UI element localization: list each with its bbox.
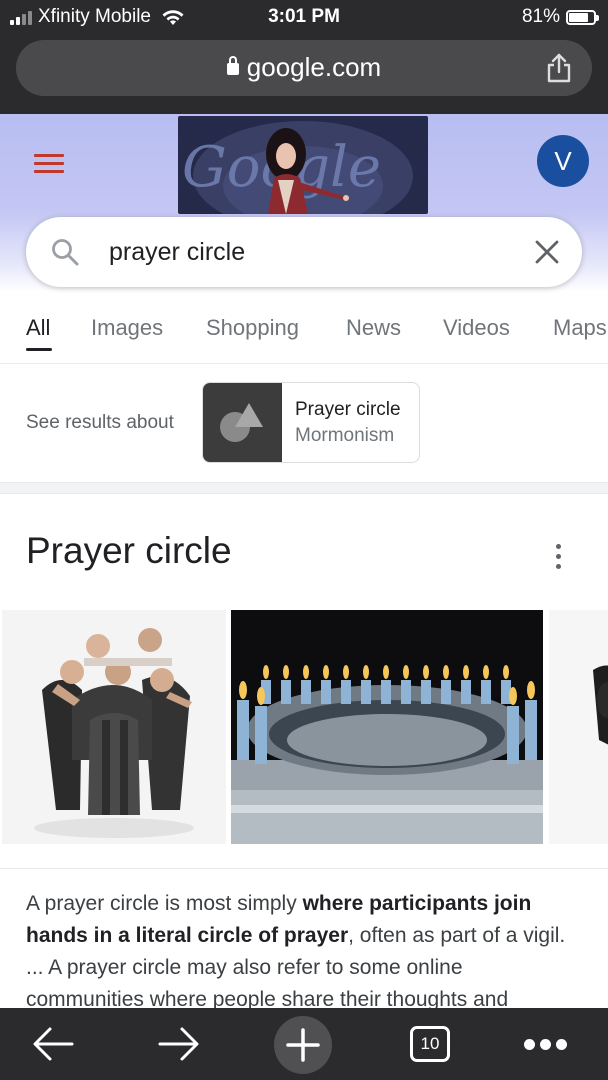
tab-images[interactable]: Images [91, 315, 163, 341]
more-options-icon[interactable] [554, 544, 564, 570]
search-input[interactable]: prayer circle [109, 238, 245, 267]
search-icon [52, 239, 79, 266]
entity-chip-prayer-circle[interactable]: Prayer circle Mormonism [202, 382, 420, 463]
tab-videos[interactable]: Videos [443, 315, 510, 341]
google-header: Google V prayer circle [0, 114, 608, 292]
image-candle-ring [231, 610, 543, 844]
tab-news[interactable]: News [346, 315, 401, 341]
see-results-label: See results about [26, 412, 174, 433]
image-group-photo [2, 610, 226, 844]
account-avatar[interactable]: V [537, 135, 589, 187]
share-icon[interactable] [544, 52, 574, 84]
see-results-about: See results about Prayer circle Mormonis… [0, 364, 608, 482]
plus-icon [286, 1028, 320, 1062]
image-partial-figure [549, 610, 608, 844]
shapes-icon [220, 403, 263, 442]
status-time: 3:01 PM [268, 6, 340, 27]
battery-percent: 81% [521, 6, 560, 27]
battery-icon [566, 9, 599, 25]
image-thumbnail-group-hug[interactable] [2, 610, 226, 844]
status-right: 81% [521, 6, 599, 28]
tab-switcher-button[interactable]: 10 [410, 1026, 450, 1062]
image-thumbnail-candle-circle[interactable] [231, 610, 543, 844]
image-carousel[interactable] [0, 610, 608, 844]
menu-icon[interactable] [34, 154, 64, 174]
status-bar: Xfinity Mobile 3:01 PM 81% [0, 0, 608, 34]
entity-subtitle: Mormonism [295, 425, 395, 446]
doodle-image: Google [182, 121, 413, 214]
url-text: google.com [246, 52, 382, 82]
description-text-1: A prayer circle is most simply [26, 892, 303, 915]
close-icon[interactable] [534, 239, 560, 265]
entity-title: Prayer circle [295, 399, 401, 420]
google-doodle[interactable]: Google [178, 116, 428, 214]
back-arrow-icon[interactable] [28, 1008, 78, 1080]
url-bar[interactable]: google.com [16, 40, 592, 96]
section-divider [0, 482, 608, 494]
image-thumbnail-partial[interactable] [549, 610, 608, 844]
tab-maps[interactable]: Maps [553, 315, 607, 341]
search-box[interactable]: prayer circle [26, 217, 582, 287]
url-display[interactable]: google.com [16, 52, 592, 83]
tab-active-indicator [26, 348, 52, 351]
tab-shopping[interactable]: Shopping [206, 315, 299, 341]
forward-arrow-icon[interactable] [154, 1008, 204, 1080]
more-menu-icon[interactable] [520, 1036, 570, 1052]
search-tabs: All Images Shopping News Videos Maps [0, 292, 608, 364]
entity-thumbnail [203, 383, 282, 462]
tab-all[interactable]: All [26, 315, 50, 341]
new-tab-button[interactable] [274, 1016, 332, 1074]
browser-toolbar: 10 [0, 1008, 608, 1080]
knowledge-panel-description: A prayer circle is most simply where par… [26, 888, 586, 1008]
knowledge-panel-title: Prayer circle [26, 530, 232, 571]
panel-separator [0, 868, 608, 869]
lock-icon [226, 56, 239, 75]
browser-chrome: Xfinity Mobile 3:01 PM 81% google.com [0, 0, 608, 114]
